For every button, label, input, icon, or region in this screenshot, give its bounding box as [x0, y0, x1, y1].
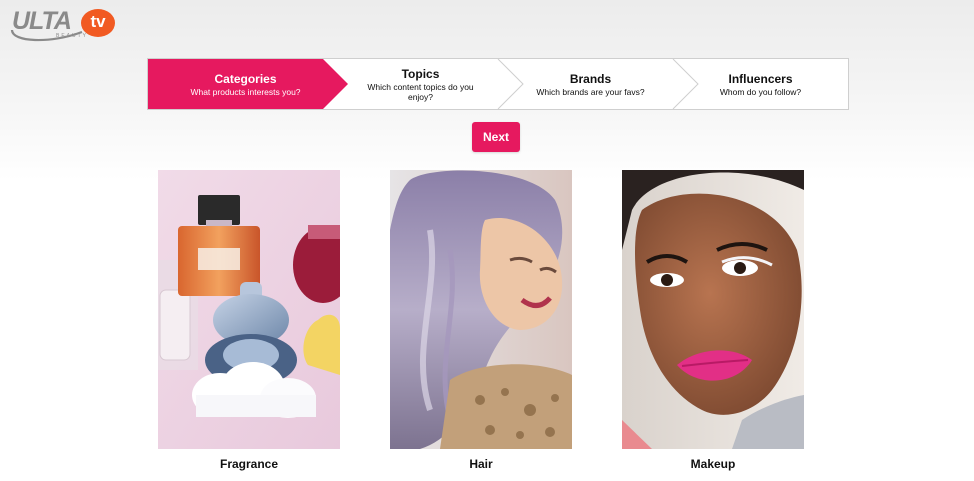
category-label[interactable]: Hair: [390, 457, 572, 471]
step-brands[interactable]: Brands Which brands are your favs?: [518, 59, 663, 109]
logo-subtext: BEAUTY: [56, 33, 89, 39]
ulta-tv-logo[interactable]: ULTA BEAUTY tv: [10, 6, 115, 42]
step-description: Whom do you follow?: [719, 86, 802, 97]
onboarding-stepper: Categories What products interests you? …: [147, 58, 849, 110]
step-influencers[interactable]: Influencers Whom do you follow?: [693, 59, 828, 109]
tv-badge: tv: [81, 9, 115, 37]
step-description: Which brands are your favs?: [536, 86, 645, 97]
category-label[interactable]: Makeup: [622, 457, 804, 471]
step-topics[interactable]: Topics Which content topics do you enjoy…: [353, 59, 488, 109]
step-title: Topics: [401, 66, 440, 81]
logo-wordmark: ULTA: [12, 7, 72, 35]
fragrance-image[interactable]: [158, 170, 340, 449]
category-label[interactable]: Fragrance: [158, 457, 340, 471]
hair-image[interactable]: [390, 170, 572, 449]
makeup-image[interactable]: [622, 170, 804, 449]
step-title: Categories: [214, 71, 277, 86]
category-card-fragrance[interactable]: Fragrance: [158, 170, 340, 471]
step-description: What products interests you?: [190, 86, 301, 97]
step-categories[interactable]: Categories What products interests you?: [148, 59, 343, 109]
next-button[interactable]: Next: [472, 122, 520, 152]
step-description: Which content topics do you enjoy?: [367, 81, 474, 102]
category-card-hair[interactable]: Hair: [390, 170, 572, 471]
step-title: Influencers: [728, 71, 793, 86]
step-title: Brands: [569, 71, 612, 86]
category-card-makeup[interactable]: Makeup: [622, 170, 804, 471]
